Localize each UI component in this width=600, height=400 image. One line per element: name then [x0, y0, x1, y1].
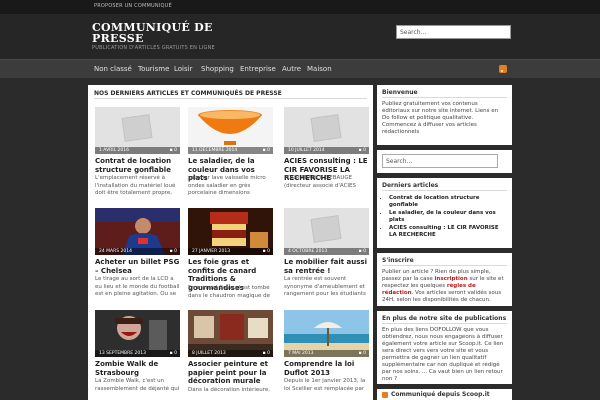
comment-count: ▪ 0 [169, 148, 177, 153]
post-excerpt: La Zombie Walk, c'est un rassemblement d… [95, 378, 180, 392]
widget-divider [382, 97, 507, 98]
post-thumbnail[interactable]: 13 SEPTEMBRE 2013 ▪ 0 [95, 310, 180, 357]
post-title[interactable]: Contrat de location structure gonflable [95, 157, 180, 174]
post-thumbnail[interactable]: 24 MARS 2014 ▪ 0 [95, 208, 180, 255]
propose-communique-link[interactable]: PROPOSER UN COMMUNIQUÉ [94, 3, 172, 9]
nav-item-autre[interactable]: Autre [282, 65, 301, 73]
post-excerpt: Dans la décoration intérieure, [188, 387, 271, 393]
recent-post-link[interactable]: ACIES consulting : LE CIR FAVORISE LA RE… [389, 225, 507, 239]
post-date: 1 AVRIL 2016 [99, 148, 130, 153]
section-divider [94, 98, 367, 99]
post-date: 24 MARS 2014 [99, 249, 132, 254]
comment-count: ▪ 0 [262, 351, 270, 356]
widget-scoop: Communiqué depuis Scoop.it [377, 389, 512, 400]
post-title[interactable]: Zombie Walk de Strasbourg [95, 360, 180, 377]
date-badge: 8 JUILLET 2013 ▪ 0 [188, 350, 273, 357]
post-date: 7 MAI 2013 [288, 351, 314, 356]
post-thumbnail[interactable]: 7 MAI 2013 ▪ 0 [284, 310, 369, 357]
post-title[interactable]: Le mobilier fait aussi sa rentrée ! [284, 258, 369, 275]
post-date: 27 JANVIER 2013 [192, 249, 231, 254]
nav-item-shopping[interactable]: Shopping [201, 65, 234, 73]
widget-divider [382, 323, 507, 324]
date-badge: 4 OCTOBRE 2013 ▪ 0 [284, 248, 369, 255]
nav-item-tourisme[interactable]: Tourisme [138, 65, 169, 73]
comment-count: ▪ 0 [169, 249, 177, 254]
post-excerpt: POUR FRANCK DEBAUGE (directeur associé d… [284, 175, 356, 189]
nav-item-maison[interactable]: Maison [307, 65, 332, 73]
widget-text: Publiez gratuitement vos contenus éditor… [382, 101, 499, 135]
comment-count: ▪ 0 [262, 249, 270, 254]
post-title[interactable]: Associer peinture et papier peint pour l… [188, 360, 273, 386]
widget-text: Publier un article ? Rien de plus simple… [382, 269, 504, 303]
nav-item-non-classe[interactable]: Non classé [94, 65, 132, 73]
comment-count: ▪ 0 [358, 148, 366, 153]
top-bar: PROPOSER UN COMMUNIQUÉ [0, 0, 600, 14]
post-date: 11 DÉCEMBRE 2014 [192, 148, 238, 153]
widget-sinscrire: S'inscrire Publier un article ? Rien de … [377, 253, 512, 306]
widget-title: Bienvenue [382, 89, 418, 96]
nav-item-loisir[interactable]: Loisir [174, 65, 192, 73]
widget-bienvenue: Bienvenue Publiez gratuitement vos conte… [377, 85, 512, 145]
post-thumbnail[interactable]: 8 JUILLET 2013 ▪ 0 [188, 310, 273, 357]
header-search-input[interactable]: Search... [396, 25, 511, 39]
post-thumbnail[interactable]: 4 OCTOBRE 2013 ▪ 0 [284, 208, 369, 255]
post-thumbnail[interactable]: 27 JANVIER 2013 ▪ 0 [188, 208, 273, 255]
post-date: 13 SEPTEMBRE 2013 [99, 351, 146, 356]
post-excerpt: Le tirage au sort de la LCD a eu lieu et… [95, 276, 180, 297]
widget-divider [382, 190, 507, 191]
recent-post-link[interactable]: Le saladier, de la couleur dans vos plat… [389, 210, 507, 224]
post-title[interactable]: Comprendre la loi Duflot 2013 [284, 360, 369, 377]
post-excerpt: La rentrée est souvent synonyme d'ameubl… [284, 276, 366, 297]
post-date: 10 JUILLET 2014 [288, 148, 325, 153]
section-title: NOS DERNIERS ARTICLES ET COMMUNIQUÉS DE … [94, 90, 282, 97]
widget-text: En plus des liens DOFOLLOW que vous obti… [382, 327, 504, 382]
site-title[interactable]: COMMUNIQUÉ DE PRESSE [92, 22, 213, 44]
post-title[interactable]: Acheter un billet PSG – Chelsea [95, 258, 180, 275]
recent-posts-list: Contrat de location structure gonflable … [389, 195, 507, 240]
post-excerpt: Emmanuel Coyaud est tombé dans le chaudr… [188, 285, 270, 299]
comment-count: ▪ 0 [169, 351, 177, 356]
post-excerpt: L'emplacement réservé à l'installation d… [95, 175, 176, 196]
date-badge: 24 MARS 2014 ▪ 0 [95, 248, 180, 255]
date-badge: 7 MAI 2013 ▪ 0 [284, 350, 369, 357]
comment-count: ▪ 0 [358, 351, 366, 356]
date-badge: 11 DÉCEMBRE 2014 ▪ 0 [188, 147, 273, 154]
site-subtitle: PUBLICATION D'ARTICLES GRATUITS EN LIGNE [92, 45, 215, 51]
inscription-link[interactable]: inscription [435, 276, 468, 282]
recent-post-link[interactable]: Contrat de location structure gonflable [389, 195, 507, 209]
post-thumbnail[interactable]: 11 DÉCEMBRE 2014 ▪ 0 [188, 107, 273, 154]
post-thumbnail[interactable]: 10 JUILLET 2014 ▪ 0 [284, 107, 369, 154]
post-excerpt: saladier lave vaisselle micro ondes sala… [188, 175, 266, 196]
date-badge: 27 JANVIER 2013 ▪ 0 [188, 248, 273, 255]
widget-title[interactable]: Communiqué depuis Scoop.it [391, 391, 490, 398]
date-badge: 10 JUILLET 2014 ▪ 0 [284, 147, 369, 154]
main-navigation: Non classé Tourisme Loisir Shopping Entr… [0, 59, 600, 78]
widget-search: Search... [377, 150, 512, 173]
site-header: COMMUNIQUÉ DE PRESSE PUBLICATION D'ARTIC… [0, 14, 600, 59]
widget-title: Derniers articles [382, 182, 439, 189]
comment-count: ▪ 0 [358, 249, 366, 254]
post-date: 8 JUILLET 2013 [192, 351, 226, 356]
date-badge: 13 SEPTEMBRE 2013 ▪ 0 [95, 350, 180, 357]
site-title-line2: PRESSE [92, 32, 144, 45]
comment-count: ▪ 0 [262, 148, 270, 153]
sidebar-search-input[interactable]: Search... [382, 154, 498, 168]
nav-item-entreprise[interactable]: Entreprise [240, 65, 276, 73]
widget-publications: En plus de notre site de publications En… [377, 311, 512, 384]
rss-icon[interactable] [499, 65, 507, 73]
date-badge: 1 AVRIL 2016 ▪ 0 [95, 147, 180, 154]
rss-icon[interactable] [382, 392, 388, 398]
main-content: NOS DERNIERS ARTICLES ET COMMUNIQUÉS DE … [88, 85, 373, 400]
widget-divider [382, 265, 507, 266]
widget-title: S'inscrire [382, 257, 414, 264]
post-excerpt: Depuis le 1er janvier 2013, la loi Scell… [284, 378, 366, 392]
widget-recent-posts: Derniers articles Contrat de location st… [377, 178, 512, 248]
widget-title: En plus de notre site de publications [382, 315, 507, 322]
post-date: 4 OCTOBRE 2013 [288, 249, 328, 254]
post-thumbnail[interactable]: 1 AVRIL 2016 ▪ 0 [95, 107, 180, 154]
